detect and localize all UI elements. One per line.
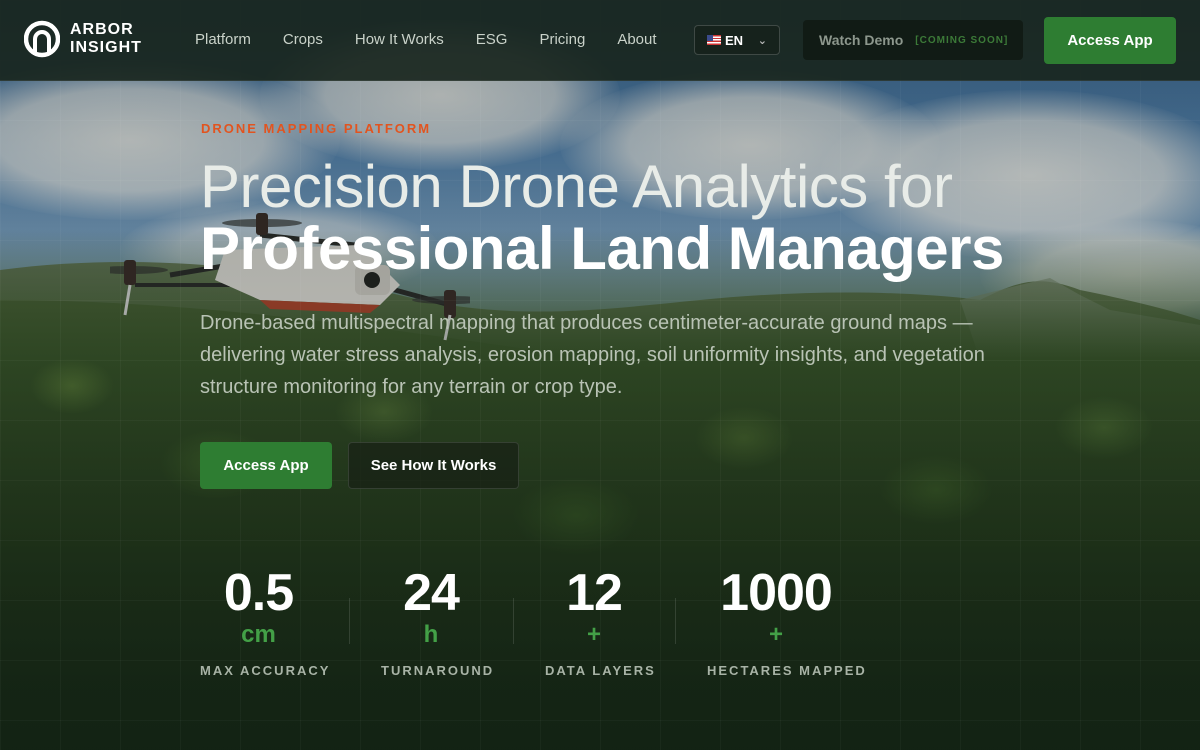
stat-divider — [675, 598, 676, 644]
stat-hectares-mapped: 1000 + HECTARES MAPPED — [707, 564, 867, 678]
stat-data-layers: 12 + DATA LAYERS — [545, 564, 656, 678]
top-navbar: ARBOR INSIGHT Platform Crops How It Work… — [0, 0, 1200, 81]
stat-value: 1000 — [720, 564, 833, 622]
stat-label: DATA LAYERS — [545, 663, 656, 678]
hero-access-app-button[interactable]: Access App — [200, 442, 332, 489]
stat-label: TURNAROUND — [381, 663, 495, 678]
brand-line-1: ARBOR — [70, 21, 134, 38]
stat-value: 0.5 — [223, 564, 294, 622]
us-flag-icon — [707, 35, 721, 45]
watch-demo-button[interactable]: Watch Demo [COMING SOON] — [803, 20, 1023, 60]
brand-wordmark: ARBOR INSIGHT — [70, 21, 142, 57]
hero-title-line-1: Precision Drone Analytics for — [200, 153, 953, 220]
nav-link-crops[interactable]: Crops — [283, 31, 323, 48]
hero-title-line-2: Professional Land Managers — [200, 215, 1004, 282]
stat-max-accuracy: 0.5 cm MAX ACCURACY — [200, 564, 331, 678]
nav-link-pricing[interactable]: Pricing — [539, 31, 585, 48]
watch-demo-label: Watch Demo — [819, 32, 904, 48]
stat-unit: + — [768, 621, 783, 648]
stat-divider — [349, 598, 350, 644]
nav-link-about[interactable]: About — [617, 31, 656, 48]
language-code: EN — [725, 32, 744, 48]
hero-description: Drone-based multispectral mapping that p… — [200, 312, 985, 398]
stat-divider — [513, 598, 514, 644]
stat-turnaround: 24 h TURNAROUND — [381, 564, 495, 678]
nav-access-app-button[interactable]: Access App — [1044, 17, 1176, 64]
stat-unit: + — [586, 621, 601, 648]
stat-value: 12 — [566, 564, 623, 622]
arbor-logo-icon — [24, 20, 60, 58]
nav-link-esg[interactable]: ESG — [476, 31, 508, 48]
stat-unit: cm — [241, 621, 276, 648]
stat-unit: h — [423, 621, 439, 648]
brand-logo[interactable]: ARBOR INSIGHT — [24, 20, 142, 58]
coming-soon-badge: [COMING SOON] — [915, 34, 1009, 46]
chevron-down-icon: ⌄ — [757, 34, 767, 47]
stat-label: MAX ACCURACY — [200, 663, 331, 678]
stat-value: 24 — [403, 564, 460, 622]
language-selector[interactable]: EN ⌄ — [694, 25, 780, 55]
see-how-it-works-button[interactable]: See How It Works — [348, 442, 519, 489]
brand-line-2: INSIGHT — [70, 39, 142, 56]
stat-label: HECTARES MAPPED — [707, 663, 867, 678]
hero-eyebrow: DRONE MAPPING PLATFORM — [201, 121, 432, 136]
nav-link-platform[interactable]: Platform — [195, 31, 251, 48]
primary-nav: Platform Crops How It Works ESG Pricing … — [195, 31, 657, 48]
nav-link-how-it-works[interactable]: How It Works — [355, 31, 444, 48]
